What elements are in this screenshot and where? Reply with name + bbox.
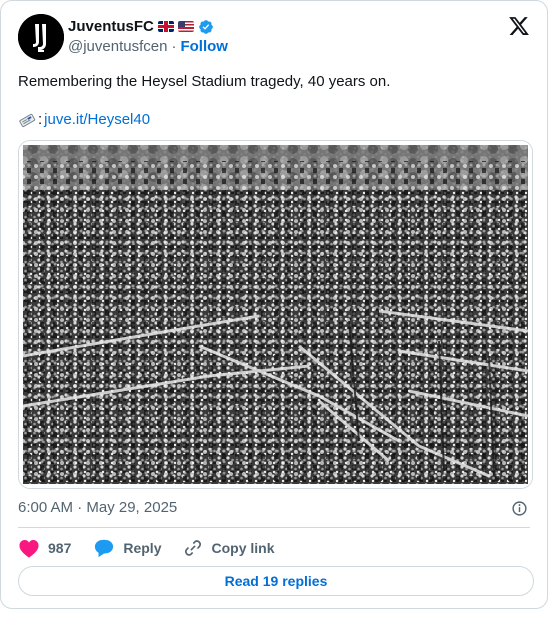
divider [18, 527, 530, 528]
tweet-actions: 987 Reply Copy link [18, 537, 297, 559]
verified-badge-icon [199, 19, 213, 34]
heart-icon [19, 540, 39, 558]
author-name-row[interactable]: JuventusFC [68, 18, 214, 35]
link-icon [185, 540, 202, 556]
follow-button[interactable]: Follow [180, 38, 228, 55]
stadium-crowd-photo [19, 141, 532, 488]
copy-link-label: Copy link [211, 540, 275, 556]
tweet-link-line: : juve.it/Heysel40 [18, 111, 150, 128]
tweet-text: Remembering the Heysel Stadium tragedy, … [18, 73, 391, 90]
read-replies-label: Read 19 replies [224, 573, 328, 589]
like-count: 987 [48, 540, 72, 556]
author-handle[interactable]: @juventusfcen [68, 38, 167, 55]
tweet-timestamp[interactable]: 6:00 AM · May 29, 2025 [18, 499, 177, 516]
reply-bubble-icon [95, 539, 114, 558]
tweet-card: JuventusFC @juventusfcen · Follow Rememb… [0, 0, 548, 609]
juventus-logo-icon [18, 14, 64, 60]
read-replies-button[interactable]: Read 19 replies [18, 566, 534, 596]
info-icon[interactable] [511, 500, 528, 517]
display-name[interactable]: JuventusFC [68, 18, 154, 35]
reply-button[interactable]: Reply [93, 538, 161, 558]
reply-label: Reply [123, 540, 162, 556]
x-logo-icon[interactable] [508, 15, 530, 37]
uk-flag-icon [157, 21, 174, 32]
tweet-photo[interactable] [18, 140, 533, 489]
copy-link-button[interactable]: Copy link [183, 538, 275, 558]
like-button[interactable]: 987 [18, 538, 71, 558]
newspaper-icon [19, 113, 36, 127]
handle-row: @juventusfcen · Follow [68, 38, 228, 55]
tweet-link[interactable]: juve.it/Heysel40 [44, 111, 150, 128]
avatar[interactable] [18, 14, 64, 60]
link-prefix: : [38, 111, 43, 128]
separator: · [171, 38, 177, 55]
us-flag-icon [177, 21, 194, 32]
